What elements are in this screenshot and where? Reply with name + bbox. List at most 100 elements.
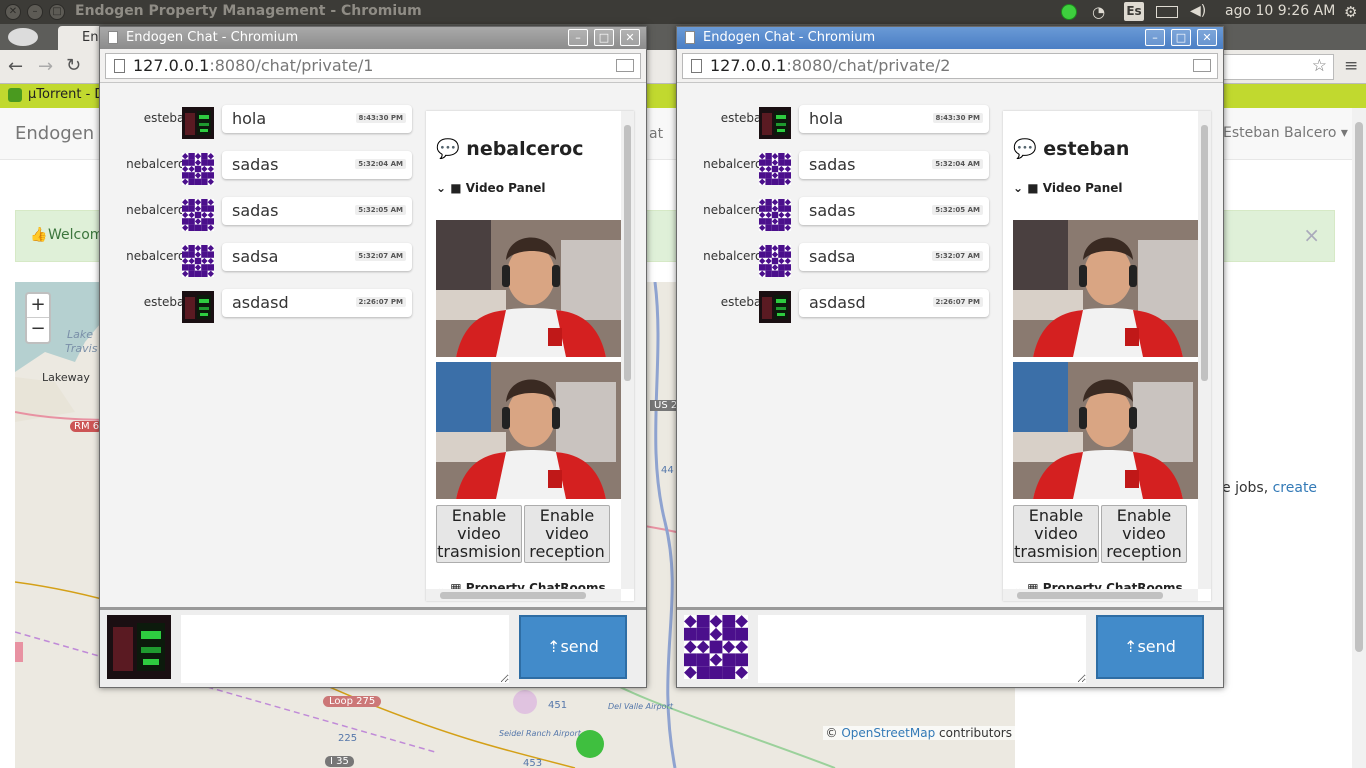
chat-window-title: Endogen Chat - Chromium: [126, 30, 299, 45]
minimize-icon[interactable]: –: [568, 29, 588, 46]
send-button[interactable]: ⇡send: [1096, 615, 1204, 679]
author-avatar: [759, 107, 791, 139]
message-bubble: hola 8:43:30 PM: [222, 105, 412, 133]
chat-content: esteban hola 8:43:30 PM nebalceroc sadas 5:32…: [100, 83, 646, 607]
message-text: sadsa: [232, 247, 279, 266]
video-panel-header[interactable]: ⌄ ■ Video Panel: [1013, 181, 1123, 195]
author-avatar: [759, 153, 791, 185]
brand-link[interactable]: Endogen: [15, 123, 94, 144]
camera-icon[interactable]: [616, 59, 634, 72]
close-icon[interactable]: ✕: [1197, 29, 1217, 46]
minimize-window-button[interactable]: –: [27, 4, 43, 20]
scrollbar-thumb[interactable]: [1201, 125, 1208, 381]
user-menu-label: Esteban Balcero: [1223, 125, 1337, 141]
page-icon: [685, 31, 695, 44]
caret-down-icon: ▾: [1336, 125, 1348, 141]
side-panel: 💬 nebalceroc ⌄ ■ Video Panel Enable vide…: [426, 111, 634, 601]
url-bar: 127.0.0.1:8080/chat/private/2: [677, 49, 1223, 83]
map-label-loop: Loop 275: [323, 696, 382, 707]
panel-vertical-scrollbar[interactable]: [621, 111, 634, 589]
map-label-451: 451: [548, 700, 568, 711]
back-arrow-icon[interactable]: ←: [8, 56, 23, 77]
window-titlebar[interactable]: Endogen Chat - Chromium – □ ✕: [677, 27, 1223, 49]
panel-title: 💬 nebalceroc: [436, 137, 583, 160]
panel-vertical-scrollbar[interactable]: [1198, 111, 1211, 589]
author-avatar: [182, 153, 214, 185]
attribution-copyright: ©: [825, 726, 842, 740]
right-text: e jobs, create: [1222, 480, 1317, 496]
background-scrollbar[interactable]: [1352, 108, 1366, 768]
enable-reception-button[interactable]: Enable video reception: [1101, 505, 1187, 563]
battery-icon[interactable]: [1156, 6, 1178, 18]
chat-footer: ⇡send: [100, 607, 646, 687]
enable-reception-button[interactable]: Enable video reception: [524, 505, 610, 563]
bookmark-utorrent[interactable]: µTorrent - D: [28, 87, 104, 102]
message-row: nebalceroc sadas 5:32:05 AM: [677, 197, 997, 237]
maximize-icon[interactable]: □: [1171, 29, 1191, 46]
menu-icon[interactable]: ≡: [1344, 56, 1358, 76]
background-omnibox[interactable]: ☆: [1222, 54, 1334, 80]
clock[interactable]: ago 10 9:26 AM: [1225, 3, 1335, 19]
scrollbar-thumb[interactable]: [440, 592, 586, 599]
scrollbar-thumb[interactable]: [1017, 592, 1163, 599]
message-bubble: sadas 5:32:05 AM: [799, 197, 989, 225]
comments-icon: 💬: [1013, 138, 1037, 160]
my-avatar: [684, 615, 748, 679]
message-time: 8:43:30 PM: [355, 113, 406, 123]
page-icon: [691, 59, 702, 73]
gear-icon[interactable]: ⚙: [1344, 3, 1357, 21]
map-label-airport-1: Del Valle Airport: [608, 702, 674, 711]
message-row: nebalceroc sadsa 5:32:07 AM: [100, 243, 420, 283]
send-label: send: [1137, 637, 1176, 656]
message-input[interactable]: [181, 615, 509, 683]
close-window-button[interactable]: ✕: [5, 4, 21, 20]
chat-window-title: Endogen Chat - Chromium: [703, 30, 876, 45]
close-icon[interactable]: ✕: [620, 29, 640, 46]
openstreetmap-link[interactable]: OpenStreetMap: [841, 726, 935, 740]
chat-window-1[interactable]: Endogen Chat - Chromium – □ ✕ 127.0.0.1:…: [99, 26, 647, 688]
message-time: 5:32:07 AM: [355, 251, 406, 261]
reload-icon[interactable]: ↻: [66, 55, 81, 76]
bookmark-star-icon[interactable]: ☆: [1312, 56, 1327, 76]
wifi-icon[interactable]: ◔: [1092, 3, 1105, 21]
panel-user-name: nebalceroc: [466, 138, 584, 160]
close-alert-button[interactable]: ×: [1303, 223, 1320, 247]
map-label-44: 44: [661, 465, 674, 476]
keyboard-layout-indicator[interactable]: Es: [1124, 2, 1144, 21]
forward-arrow-icon[interactable]: →: [38, 56, 53, 77]
maximize-window-button[interactable]: □: [49, 4, 65, 20]
nav-link-partial[interactable]: at: [649, 126, 663, 142]
zoom-in-button[interactable]: +: [27, 294, 49, 318]
message-bubble: sadas 5:32:04 AM: [222, 151, 412, 179]
volume-icon[interactable]: ◀): [1190, 3, 1206, 19]
message-bubble: sadsa 5:32:07 AM: [222, 243, 412, 271]
enable-transmission-button[interactable]: Enable video trasmision: [436, 505, 522, 563]
right-text-content: e jobs,: [1222, 480, 1273, 496]
create-link[interactable]: create: [1273, 480, 1317, 496]
zoom-out-button[interactable]: −: [27, 318, 49, 342]
scrollbar-thumb[interactable]: [624, 125, 631, 381]
url-text: 127.0.0.1:8080/chat/private/1: [133, 56, 373, 75]
camera-icon[interactable]: [1193, 59, 1211, 72]
author-avatar: [182, 245, 214, 277]
minimize-icon[interactable]: –: [1145, 29, 1165, 46]
window-titlebar[interactable]: Endogen Chat - Chromium – □ ✕: [100, 27, 646, 49]
panel-horizontal-scrollbar[interactable]: [1003, 589, 1198, 601]
maximize-icon[interactable]: □: [594, 29, 614, 46]
video-panel-header[interactable]: ⌄ ■ Video Panel: [436, 181, 546, 195]
user-menu[interactable]: Esteban Balcero ▾: [1223, 125, 1348, 141]
url-field[interactable]: 127.0.0.1:8080/chat/private/1: [105, 53, 641, 79]
url-field[interactable]: 127.0.0.1:8080/chat/private/2: [682, 53, 1218, 79]
enable-transmission-button[interactable]: Enable video trasmision: [1013, 505, 1099, 563]
message-input[interactable]: [758, 615, 1086, 683]
local-video: [436, 362, 621, 499]
message-text: asdasd: [232, 293, 289, 312]
message-bubble: hola 8:43:30 PM: [799, 105, 989, 133]
scrollbar-thumb[interactable]: [1355, 122, 1363, 652]
url-bar: 127.0.0.1:8080/chat/private/1: [100, 49, 646, 83]
send-button[interactable]: ⇡send: [519, 615, 627, 679]
message-row: esteban hola 8:43:30 PM: [100, 105, 420, 145]
panel-horizontal-scrollbar[interactable]: [426, 589, 621, 601]
status-indicator-icon[interactable]: [1061, 4, 1077, 20]
chat-window-2[interactable]: Endogen Chat - Chromium – □ ✕ 127.0.0.1:…: [676, 26, 1224, 688]
